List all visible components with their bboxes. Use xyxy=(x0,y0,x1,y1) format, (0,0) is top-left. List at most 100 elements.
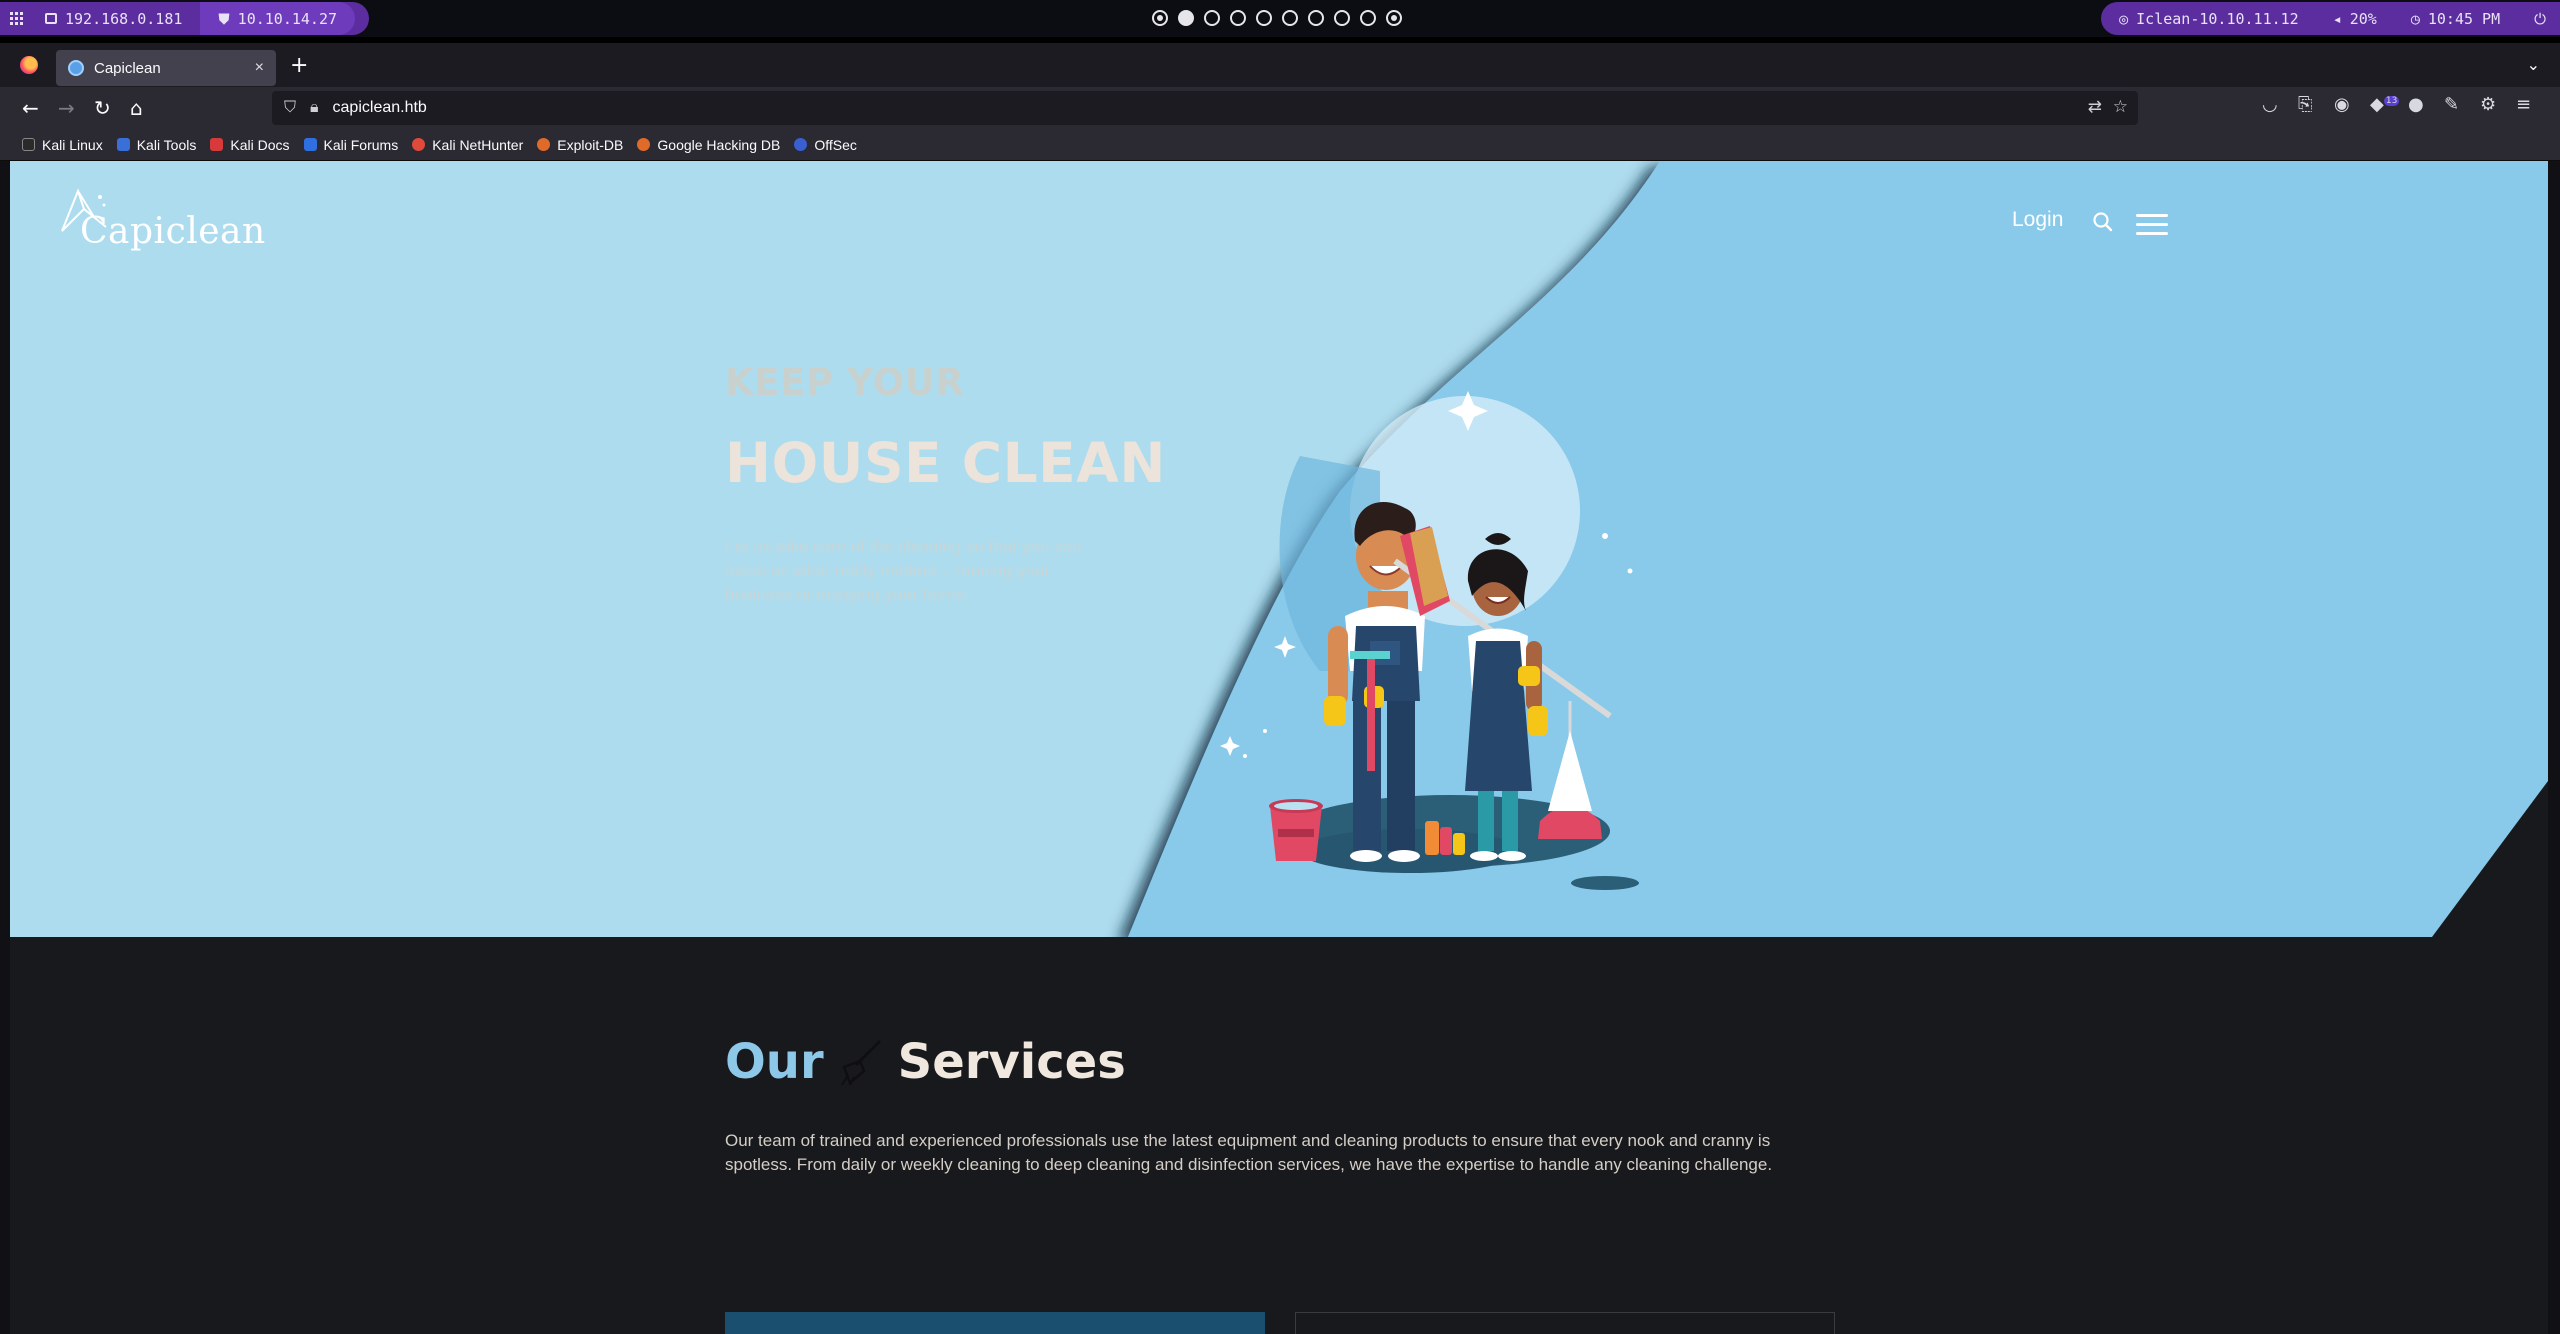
services-heading: Our Services xyxy=(725,1034,1126,1090)
bookmark-label: Kali Docs xyxy=(230,136,290,153)
foxyproxy-icon[interactable]: ◉ xyxy=(2334,94,2350,115)
bookmark-label: Kali Forums xyxy=(323,136,399,153)
clock-icon: ◷ xyxy=(2410,9,2420,28)
bookmark-kali-linux[interactable]: Kali Linux xyxy=(22,137,103,153)
bookmark-label: OffSec xyxy=(814,136,857,153)
list-tabs-chevron-icon[interactable]: ⌄ xyxy=(2527,55,2540,74)
bookmark-kali-docs[interactable]: Kali Docs xyxy=(210,136,290,153)
service-card-1[interactable] xyxy=(725,1312,1265,1334)
workspace-9[interactable] xyxy=(1360,10,1376,26)
monitor-icon xyxy=(45,13,57,24)
services-description: Our team of trained and experienced prof… xyxy=(725,1131,1773,1174)
bookmark-kali-tools[interactable]: Kali Tools xyxy=(116,137,196,153)
bookmark-kali-nethunter[interactable]: Kali NetHunter xyxy=(412,137,523,153)
hero-subtitle: Let us take care of the cleaning so that… xyxy=(725,537,1082,604)
services-heading-our: Our xyxy=(725,1034,824,1090)
service-card-2[interactable] xyxy=(1295,1312,1835,1334)
kali-forums-icon xyxy=(303,138,317,151)
services-heading-services: Services xyxy=(897,1034,1126,1090)
new-tab-button[interactable]: + xyxy=(290,53,308,78)
hero-section: Capiclean Login KEEP YOUR HOUSE CLEAN Le… xyxy=(10,161,2548,937)
target-icon: ◎ xyxy=(2119,9,2129,28)
firefox-icon xyxy=(20,56,38,74)
tab-title: Capiclean xyxy=(94,59,161,77)
shield-icon: ⛊ xyxy=(218,9,230,28)
url-text[interactable]: capiclean.htb xyxy=(333,99,427,117)
bookmarks-toolbar: Kali Linux Kali Tools Kali Docs Kali For… xyxy=(0,129,2560,161)
bookmark-star-icon[interactable]: ☆ xyxy=(2113,97,2128,117)
power-icon[interactable]: ⏻ xyxy=(2534,10,2546,28)
network-indicators: 192.168.0.181 ⛊ 10.10.14.27 xyxy=(0,2,370,35)
clock-label: 10:45 PM xyxy=(2427,9,2501,28)
bookmark-google-hacking-db[interactable]: Google Hacking DB xyxy=(637,137,780,153)
volume-indicator[interactable]: ◂ 20% xyxy=(2333,10,2377,28)
workspace-8[interactable] xyxy=(1334,10,1350,26)
login-link[interactable]: Login xyxy=(2012,208,2063,232)
hackbar-icon[interactable]: ✎ xyxy=(2444,94,2459,115)
bookmark-label: Kali NetHunter xyxy=(432,136,524,153)
hamburger-menu-icon[interactable] xyxy=(2136,214,2168,241)
exploitdb-icon xyxy=(537,138,551,151)
workspace-5[interactable] xyxy=(1256,10,1272,26)
workspace-10[interactable] xyxy=(1386,10,1402,26)
speaker-icon: ◂ xyxy=(2332,9,2342,28)
settings-gear-icon[interactable]: ⚙ xyxy=(2480,94,2496,115)
ghdb-icon xyxy=(637,138,651,151)
wappalyzer-icon[interactable]: ◆ 13 xyxy=(2370,94,2400,115)
tab-capiclean[interactable]: Capiclean × xyxy=(56,50,276,86)
target-label: Iclean-10.10.11.12 xyxy=(2136,9,2299,28)
workspace-3[interactable] xyxy=(1204,10,1220,26)
status-indicators: ◎ Iclean-10.10.11.12 ◂ 20% ◷ 10:45 PM ⏻ xyxy=(2101,2,2560,35)
bookmark-exploit-db[interactable]: Exploit-DB xyxy=(537,137,623,153)
forward-arrow-icon[interactable]: → xyxy=(58,96,75,120)
cleaning-team-illustration xyxy=(1220,391,1639,890)
close-tab-icon[interactable]: × xyxy=(255,59,264,77)
local-ip: 192.168.0.181 xyxy=(65,9,183,28)
workspace-1[interactable] xyxy=(1152,10,1168,26)
kali-tools-icon xyxy=(116,138,130,151)
target-indicator: ◎ Iclean-10.10.11.12 xyxy=(2119,10,2299,28)
bookmark-kali-forums[interactable]: Kali Forums xyxy=(303,136,399,153)
hero-title: HOUSE CLEAN xyxy=(725,431,1166,495)
hero-kicker: KEEP YOUR xyxy=(725,361,965,404)
screen: { "system_bar": { "local_ip": "192.168.0… xyxy=(0,0,2560,1334)
bookmark-label: Exploit-DB xyxy=(557,136,624,153)
vpn-ip: 10.10.14.27 xyxy=(237,9,338,28)
volume-label: 20% xyxy=(2349,9,2377,28)
system-top-bar: 192.168.0.181 ⛊ 10.10.14.27 ◎ Iclean-10.1… xyxy=(0,0,2560,37)
extensions-puzzle-icon[interactable]: ⎘ xyxy=(2298,94,2312,115)
app-menu-icon[interactable]: ≡ xyxy=(2516,94,2531,115)
extension-badge: 13 xyxy=(2383,96,2400,106)
workspace-6[interactable] xyxy=(1282,10,1298,26)
back-arrow-icon[interactable]: ← xyxy=(22,96,39,120)
reload-icon[interactable]: ↻ xyxy=(94,96,111,120)
kali-icon xyxy=(22,138,35,151)
apps-menu-icon[interactable] xyxy=(10,12,23,25)
tab-bar: Capiclean × + ⌄ xyxy=(0,37,2560,87)
workspace-4[interactable] xyxy=(1230,10,1246,26)
home-icon[interactable]: ⌂ xyxy=(130,96,143,120)
lock-icon[interactable]: 🔒︎ xyxy=(310,99,319,117)
tracking-shield-icon[interactable]: ⛉ xyxy=(284,99,296,117)
navigation-toolbar: ← → ↻ ⌂ ⛉ 🔒︎ capiclean.htb ⇄ ☆ ◡ ⎘ ◉ ◆ 13… xyxy=(0,87,2560,129)
pocket-icon[interactable]: ◡ xyxy=(2262,94,2278,115)
clock-indicator: ◷ 10:45 PM xyxy=(2411,10,2500,28)
broom-icon xyxy=(840,1039,881,1086)
kali-docs-icon xyxy=(210,138,224,151)
favicon-icon xyxy=(68,60,84,76)
brand-name[interactable]: Capiclean xyxy=(80,211,266,252)
search-icon[interactable] xyxy=(2092,211,2114,233)
workspace-2[interactable] xyxy=(1178,10,1194,26)
bookmark-offsec[interactable]: OffSec xyxy=(794,137,857,153)
translate-icon[interactable]: ⇄ xyxy=(2088,97,2102,117)
local-ip-indicator: 192.168.0.181 xyxy=(10,2,200,35)
web-page: Capiclean Login KEEP YOUR HOUSE CLEAN Le… xyxy=(10,161,2548,1334)
cookie-editor-icon[interactable]: ● xyxy=(2408,94,2424,115)
vpn-ip-indicator: ⛊ 10.10.14.27 xyxy=(200,2,356,35)
workspace-7[interactable] xyxy=(1308,10,1324,26)
nethunter-icon xyxy=(412,138,426,151)
url-bar[interactable]: ⛉ 🔒︎ capiclean.htb ⇄ ☆ xyxy=(272,91,2138,125)
bookmark-label: Kali Linux xyxy=(42,136,103,153)
offsec-icon xyxy=(794,138,808,151)
workspace-switcher xyxy=(1152,10,1402,26)
